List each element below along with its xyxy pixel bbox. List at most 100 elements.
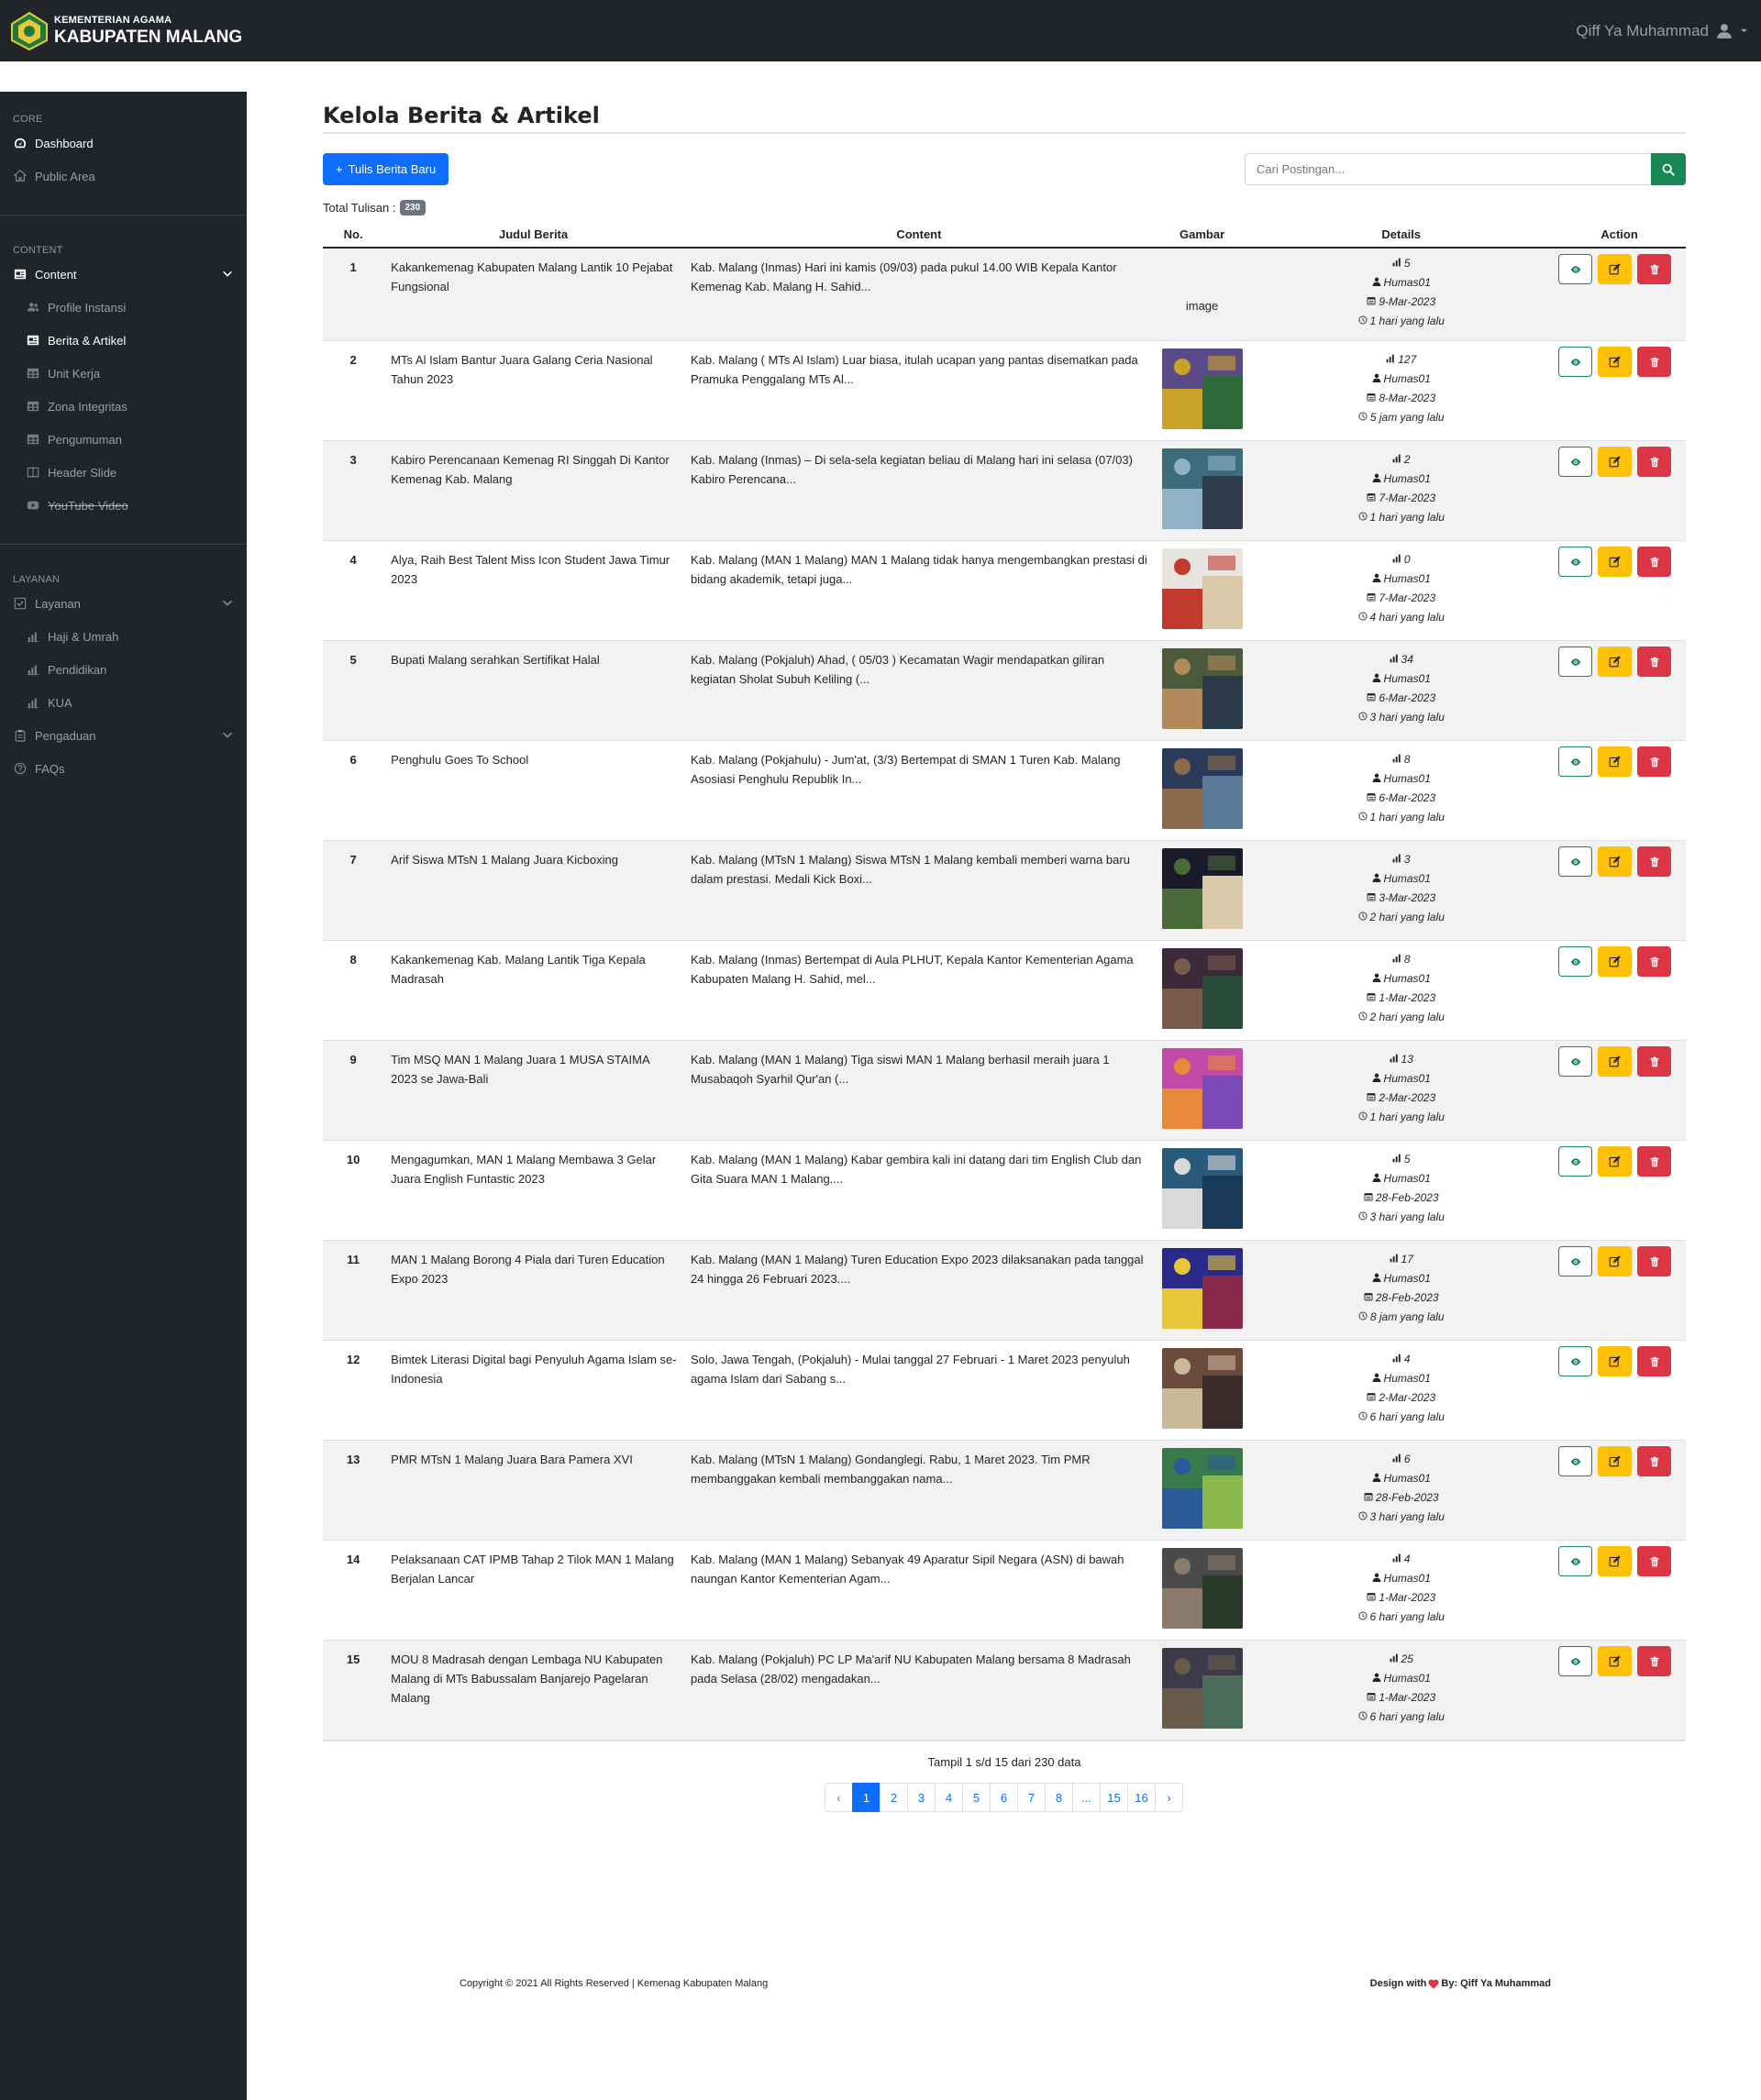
copyright-text: Copyright © 2021 All Rights Reserved | K… (460, 1978, 769, 1989)
edit-button[interactable] (1598, 1346, 1633, 1376)
view-button[interactable] (1558, 1446, 1593, 1476)
edit-button[interactable] (1598, 254, 1633, 284)
clock-icon (1358, 1008, 1368, 1027)
delete-button[interactable] (1637, 1046, 1672, 1077)
pagination-page[interactable]: ... (1072, 1783, 1101, 1812)
sidebar-heading-content: CONTENT (13, 245, 63, 256)
delete-button[interactable] (1637, 1646, 1672, 1676)
pagination-page[interactable]: 6 (990, 1783, 1018, 1812)
post-thumbnail[interactable] (1161, 1048, 1243, 1129)
edit-button[interactable] (1598, 1546, 1633, 1576)
pagination-prev[interactable]: ‹ (825, 1783, 853, 1812)
new-post-button[interactable]: + Tulis Berita Baru (323, 153, 449, 185)
edit-button[interactable] (1598, 1046, 1633, 1077)
post-thumbnail[interactable] (1161, 848, 1243, 929)
delete-button[interactable] (1637, 946, 1672, 977)
pagination-next[interactable]: › (1155, 1783, 1183, 1812)
user-menu[interactable]: Qiff Ya Muhammad (1576, 22, 1748, 40)
pagination-page[interactable]: 1 (852, 1783, 880, 1812)
sidebar-item-zona-integritas[interactable]: Zona Integritas (0, 390, 247, 423)
pagination-page[interactable]: 8 (1045, 1783, 1073, 1812)
view-button[interactable] (1558, 1046, 1593, 1077)
edit-button[interactable] (1598, 347, 1633, 377)
view-button[interactable] (1558, 846, 1593, 877)
post-thumbnail[interactable] (1161, 448, 1243, 529)
sidebar-item-dashboard[interactable]: Dashboard (0, 127, 247, 160)
sidebar-group-layanan[interactable]: Layanan (0, 587, 247, 620)
edit-button[interactable] (1598, 946, 1633, 977)
search-input[interactable] (1245, 153, 1651, 185)
view-button[interactable] (1558, 547, 1593, 577)
search-button[interactable] (1651, 153, 1686, 185)
sidebar-item-header-slide[interactable]: Header Slide (0, 456, 247, 489)
pagination-page[interactable]: 4 (935, 1783, 963, 1812)
view-button[interactable] (1558, 447, 1593, 477)
pagination-page[interactable]: 15 (1100, 1783, 1128, 1812)
edit-button[interactable] (1598, 746, 1633, 777)
post-thumbnail[interactable] (1161, 1348, 1243, 1429)
delete-button[interactable] (1637, 1446, 1672, 1476)
edit-button[interactable] (1598, 1146, 1633, 1177)
sidebar-group-pengaduan[interactable]: Pengaduan (0, 719, 247, 752)
post-thumbnail[interactable] (1161, 1648, 1243, 1729)
edit-button[interactable] (1598, 447, 1633, 477)
pagination-page[interactable]: 16 (1127, 1783, 1156, 1812)
delete-button[interactable] (1637, 746, 1672, 777)
view-button[interactable] (1558, 746, 1593, 777)
sidebar-item-haji-umrah[interactable]: Haji & Umrah (0, 620, 247, 653)
post-thumbnail[interactable] (1161, 348, 1243, 429)
edit-button[interactable] (1598, 647, 1633, 677)
sidebar-item-faqs[interactable]: FAQs (0, 752, 247, 785)
sidebar-item-public-area[interactable]: Public Area (0, 160, 247, 193)
sidebar-item-kua[interactable]: KUA (0, 686, 247, 719)
post-thumbnail[interactable] (1161, 1448, 1243, 1529)
sidebar-item-berita-artikel[interactable]: Berita & Artikel (0, 324, 247, 357)
sidebar-item-pendidikan[interactable]: Pendidikan (0, 653, 247, 686)
view-button[interactable] (1558, 1646, 1593, 1676)
view-button[interactable] (1558, 347, 1593, 377)
edit-button[interactable] (1598, 547, 1633, 577)
post-thumbnail[interactable] (1161, 648, 1243, 729)
view-button[interactable] (1558, 1146, 1593, 1177)
edit-button[interactable] (1598, 1446, 1633, 1476)
pagination-page[interactable]: 5 (962, 1783, 991, 1812)
edit-button[interactable] (1598, 1646, 1633, 1676)
post-author: Humas01 (1383, 472, 1431, 485)
post-thumbnail[interactable] (1161, 1248, 1243, 1329)
view-button[interactable] (1558, 254, 1593, 284)
delete-button[interactable] (1637, 846, 1672, 877)
row-number: 9 (323, 1040, 384, 1141)
delete-button[interactable] (1637, 1546, 1672, 1576)
view-button[interactable] (1558, 946, 1593, 977)
post-thumbnail[interactable] (1161, 948, 1243, 1029)
pagination-page[interactable]: 3 (907, 1783, 936, 1812)
delete-button[interactable] (1637, 1246, 1672, 1277)
edit-button[interactable] (1598, 1246, 1633, 1277)
sidebar-item-profile-instansi[interactable]: Profile Instansi (0, 291, 247, 324)
post-thumbnail[interactable] (1161, 748, 1243, 829)
post-date: 28-Feb-2023 (1375, 1491, 1439, 1504)
post-thumbnail[interactable] (1161, 1548, 1243, 1629)
view-button[interactable] (1558, 1346, 1593, 1376)
delete-button[interactable] (1637, 647, 1672, 677)
delete-button[interactable] (1637, 1146, 1672, 1177)
sidebar-item-pengumuman[interactable]: Pengumuman (0, 423, 247, 456)
view-button[interactable] (1558, 1546, 1593, 1576)
delete-button[interactable] (1637, 254, 1672, 284)
sidebar-group-content[interactable]: Content (0, 258, 247, 291)
pagination-page[interactable]: 2 (880, 1783, 908, 1812)
view-button[interactable] (1558, 647, 1593, 677)
delete-button[interactable] (1637, 447, 1672, 477)
delete-button[interactable] (1637, 1346, 1672, 1376)
brand[interactable]: KEMENTERIAN AGAMA KABUPATEN MALANG (10, 11, 242, 50)
edit-button[interactable] (1598, 846, 1633, 877)
post-thumbnail[interactable] (1161, 1148, 1243, 1229)
delete-button[interactable] (1637, 347, 1672, 377)
sidebar-item-youtube-video[interactable]: YouTube Video (0, 489, 247, 522)
sidebar-item-unit-kerja[interactable]: Unit Kerja (0, 357, 247, 390)
trash-icon (1650, 264, 1659, 274)
pagination-page[interactable]: 7 (1017, 1783, 1046, 1812)
view-button[interactable] (1558, 1246, 1593, 1277)
post-thumbnail[interactable] (1161, 548, 1243, 629)
delete-button[interactable] (1637, 547, 1672, 577)
